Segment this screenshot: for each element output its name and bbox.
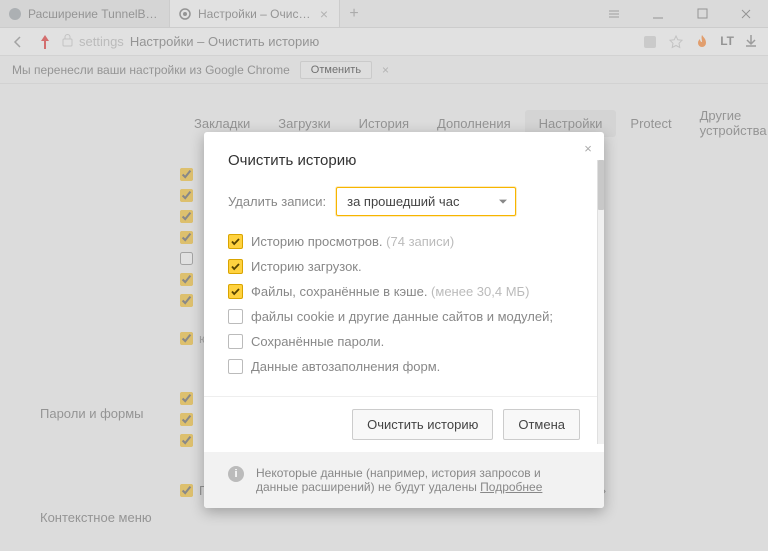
checkbox[interactable] [228,284,243,299]
checkbox[interactable] [228,334,243,349]
item-label: Данные автозаполнения форм. [251,359,440,374]
history-item-1: Историю загрузок. [228,259,580,274]
time-range-select[interactable]: за прошедший час [336,187,516,216]
history-item-0: Историю просмотров. (74 записи) [228,234,580,249]
clear-history-modal: × Очистить историю Удалить записи: за пр… [204,132,604,508]
modal-close-button[interactable]: × [578,138,598,158]
clear-history-button[interactable]: Очистить историю [352,409,493,440]
item-label: Историю просмотров. (74 записи) [251,234,454,249]
checkbox[interactable] [228,259,243,274]
history-item-2: Файлы, сохранённые в кэше. (менее 30,4 М… [228,284,580,299]
scrollbar-thumb[interactable] [598,160,604,210]
scrollbar[interactable] [597,160,604,444]
checkbox[interactable] [228,234,243,249]
history-item-4: Сохранённые пароли. [228,334,580,349]
history-item-3: файлы cookie и другие данные сайтов и мо… [228,309,580,324]
history-item-5: Данные автозаполнения форм. [228,359,580,374]
item-label: файлы cookie и другие данные сайтов и мо… [251,309,553,324]
delete-range-label: Удалить записи: [228,194,326,209]
cancel-button[interactable]: Отмена [503,409,580,440]
modal-title: Очистить историю [228,152,580,169]
info-link[interactable]: Подробнее [480,480,542,494]
checkbox[interactable] [228,309,243,324]
info-text: Некоторые данные (например, история запр… [256,466,580,494]
item-label: Файлы, сохранённые в кэше. (менее 30,4 М… [251,284,529,299]
item-label: Сохранённые пароли. [251,334,384,349]
item-label: Историю загрузок. [251,259,362,274]
checkbox[interactable] [228,359,243,374]
info-icon: i [228,466,244,482]
